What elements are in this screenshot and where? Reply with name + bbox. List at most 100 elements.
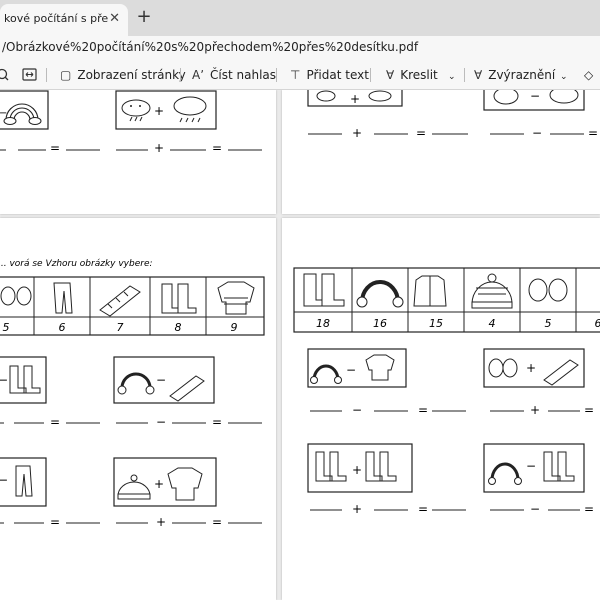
boots-icon <box>303 273 345 307</box>
problem-trousers-minus: − <box>0 457 47 507</box>
problem-earmuffs-minus-scarf: − <box>113 356 215 404</box>
plus-sign: + <box>352 126 362 140</box>
equals-sign: = <box>50 515 60 529</box>
plus-sign: + <box>154 104 164 118</box>
add-text-icon: ⊤ <box>290 68 301 82</box>
equals-sign: = <box>418 502 428 516</box>
sweater-icon <box>217 281 255 315</box>
highlight-button[interactable]: ∀ Zvýraznění <box>474 60 555 90</box>
add-text-button[interactable]: ⊤ Přidat text <box>290 60 369 90</box>
coat-icon <box>413 275 447 307</box>
price-cell: 16 <box>373 317 387 330</box>
read-aloud-button[interactable]: Aʼ Číst nahlas <box>192 60 276 90</box>
tab-pdf-document[interactable]: kové počítání s přechodem ✕ <box>0 4 128 36</box>
toolbar-separator <box>46 68 47 82</box>
minus-sign: − <box>156 373 166 387</box>
problem-hat-plus-sweater: + <box>113 457 217 507</box>
weather-picture-right: − <box>483 90 585 111</box>
price-cell: 5 <box>3 321 10 334</box>
winter-hat-icon <box>471 273 513 309</box>
sun-cloud-rain-picture: + <box>115 90 217 130</box>
plus-sign: + <box>156 515 166 529</box>
equals-sign: = <box>418 403 428 417</box>
problem-boots-minus: − <box>0 356 47 404</box>
problem-mittens-plus-scarf: + <box>483 348 585 388</box>
minus-sign: − <box>526 459 536 473</box>
equals-sign: = <box>212 415 222 429</box>
price-cell: 7 <box>117 321 124 334</box>
svg-text:−: − <box>0 108 7 119</box>
draw-icon: ∀ <box>386 68 395 82</box>
answer-line-row: = + = <box>0 515 262 529</box>
highlight-options-chevron-icon[interactable]: ⌄ <box>560 60 568 90</box>
clothing-price-table: 5 6 7 8 9 <box>0 276 265 336</box>
mittens-icon <box>528 278 568 302</box>
draw-button[interactable]: ∀ Kreslit <box>386 60 438 90</box>
equals-sign: = <box>584 502 594 516</box>
pdf-page-top-left: − + = + = <box>0 90 276 214</box>
page-view-icon: ▢ <box>60 68 72 82</box>
page-view-label: Zobrazení stránky <box>77 68 186 82</box>
price-cell: 6 <box>595 317 600 330</box>
minus-sign: − <box>0 373 8 387</box>
plus-sign: + <box>352 502 362 516</box>
earmuffs-icon <box>356 280 404 308</box>
minus-sign: − <box>352 403 362 417</box>
minus-sign: − <box>156 415 166 429</box>
new-tab-button[interactable]: + <box>134 7 154 27</box>
minus-sign: − <box>346 363 356 377</box>
price-cell: 15 <box>429 317 443 330</box>
answer-line-row: = + = <box>0 141 262 155</box>
weather-picture-left: + <box>307 90 403 107</box>
address-text: /Obrázkové%20počítání%20s%20přechodem%20… <box>2 40 419 54</box>
minus-sign: − <box>530 502 540 516</box>
equals-sign: = <box>584 403 594 417</box>
answer-line-row: = − = <box>0 415 262 429</box>
answer-line-row: + = − = <box>310 502 594 516</box>
problem-earmuffs-minus-sweater: − <box>307 348 407 388</box>
page-view-button[interactable]: ▢ Zobrazení stránky <box>60 60 186 90</box>
plus-sign: + <box>350 92 360 106</box>
highlight-label: Zvýraznění <box>488 68 556 82</box>
equals-sign: = <box>212 141 222 155</box>
problem-boots-plus-boots: + <box>307 443 413 493</box>
toolbar-separator <box>276 68 277 82</box>
highlight-icon: ∀ <box>474 68 483 82</box>
equals-sign: = <box>212 515 222 529</box>
price-cell: 8 <box>175 321 182 334</box>
pdf-viewer[interactable]: − + = + = + − + = − = ... vorá se Vzhoru… <box>0 90 600 600</box>
scarf-icon <box>99 285 141 317</box>
search-icon[interactable] <box>0 60 10 90</box>
address-bar[interactable]: /Obrázkové%20počítání%20s%20přechodem%20… <box>0 36 600 60</box>
equals-sign: = <box>416 126 426 140</box>
pdf-page-bottom-right: 18 16 15 4 5 6 − + − = <box>282 218 600 600</box>
draw-label: Kreslit <box>400 68 438 82</box>
read-aloud-icon: Aʼ <box>192 68 205 82</box>
equals-sign: = <box>50 141 60 155</box>
problem-earmuffs-minus-boots: − <box>483 443 585 493</box>
instruction-text: ... vorá se Vzhoru obrázky vybere: <box>0 259 153 269</box>
plus-sign: + <box>526 361 536 375</box>
minus-sign: − <box>532 126 542 140</box>
plus-sign: + <box>352 463 362 477</box>
price-cell: 9 <box>231 321 238 334</box>
read-aloud-label: Číst nahlas <box>210 68 277 82</box>
pdf-page-top-right: + − + = − = <box>282 90 600 214</box>
add-text-label: Přidat text <box>306 68 369 82</box>
plus-sign: + <box>530 403 540 417</box>
pdf-page-bottom-left: ... vorá se Vzhoru obrázky vybere: 5 6 7… <box>0 218 276 600</box>
tab-title: kové počítání s přechodem <box>4 12 108 25</box>
equals-sign: = <box>50 415 60 429</box>
draw-options-chevron-icon[interactable]: ⌄ <box>448 60 456 90</box>
price-cell: 4 <box>489 317 496 330</box>
answer-line-row: − = + = <box>310 403 594 417</box>
close-tab-icon[interactable]: ✕ <box>109 4 120 34</box>
fit-width-icon[interactable] <box>22 60 38 90</box>
toolbar-separator <box>464 68 465 82</box>
plus-sign: + <box>154 141 164 155</box>
price-cell: 6 <box>59 321 66 334</box>
tab-bar: kové počítání s přechodem ✕ + <box>0 0 600 36</box>
eraser-icon[interactable]: ◇ <box>584 60 593 90</box>
price-cell: 5 <box>545 317 552 330</box>
pdf-toolbar: ▢ Zobrazení stránky Aʼ Číst nahlas ⊤ Přidat… <box>0 60 600 90</box>
